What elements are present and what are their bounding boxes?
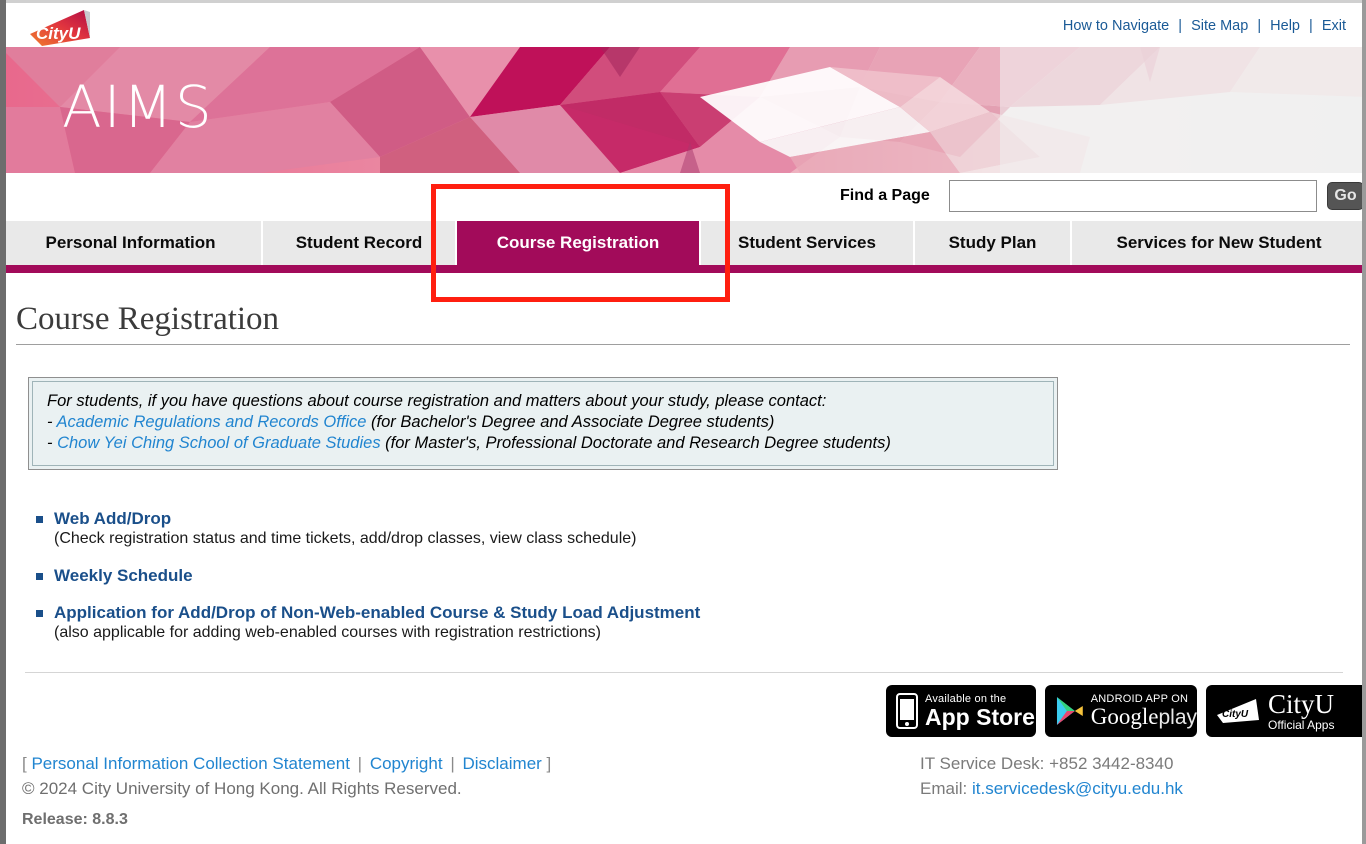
svg-text:CityU: CityU <box>1222 709 1249 720</box>
nav-tab-label: Services for New Student <box>1116 233 1322 252</box>
nav-underline-bar <box>0 265 1366 273</box>
google-play-icon <box>1056 697 1083 725</box>
contact-info-box: For students, if you have questions abou… <box>28 377 1058 470</box>
nav-tab-label: Student Record <box>295 233 423 252</box>
it-service-desk-email-row: Email: it.servicedesk@cityu.edu.hk <box>920 776 1183 801</box>
nav-tab-student-record[interactable]: Student Record <box>263 221 457 265</box>
info-line-3-suffix: (for Master's, Professional Doctorate an… <box>380 434 891 452</box>
list-item: Application for Add/Drop of Non-Web-enab… <box>36 602 1036 643</box>
bullet-square-icon <box>36 573 43 580</box>
nav-tab-label: Personal Information <box>45 233 216 252</box>
google-play-badge-big: Googleplay <box>1090 703 1197 730</box>
aims-banner: AIMS <box>0 47 1366 173</box>
info-line-1: For students, if you have questions abou… <box>47 392 827 410</box>
contact-info-box-inner: For students, if you have questions abou… <box>32 381 1054 466</box>
iphone-icon <box>896 693 918 729</box>
link-how-to-navigate[interactable]: How to Navigate <box>1063 18 1169 34</box>
bullet-square-icon <box>36 610 43 617</box>
footer-separator-2: | <box>450 754 455 773</box>
footer-divider <box>25 672 1343 673</box>
page-edge-left <box>0 0 6 844</box>
release-version: Release: 8.8.3 <box>22 811 128 828</box>
link-web-add-drop[interactable]: Web Add/Drop <box>54 508 171 529</box>
nav-tab-label: Study Plan <box>948 233 1037 252</box>
list-item: Web Add/Drop (Check registration status … <box>36 508 1036 549</box>
link-disclaimer[interactable]: Disclaimer <box>462 754 541 773</box>
footer-right: IT Service Desk: +852 3442-8340 Email: i… <box>920 751 1183 801</box>
find-a-page-input[interactable] <box>949 180 1317 212</box>
cityu-logo-icon: CityU <box>30 10 90 46</box>
link-weekly-schedule[interactable]: Weekly Schedule <box>54 565 193 586</box>
cityu-badge-big: CityU <box>1268 688 1335 719</box>
bullet-square-icon <box>36 516 43 523</box>
link-exit[interactable]: Exit <box>1322 18 1346 34</box>
footer-links-row: [ Personal Information Collection Statem… <box>22 751 551 776</box>
top-link-separator-1: | <box>1178 18 1183 34</box>
link-application-for-add-drop-non-web-enabled[interactable]: Application for Add/Drop of Non-Web-enab… <box>54 602 700 623</box>
page-content: Course Registration For students, if you… <box>0 273 1366 828</box>
info-line-3: - Chow Yei Ching School of Graduate Stud… <box>47 433 1039 454</box>
nav-tab-student-services[interactable]: Student Services <box>701 221 915 265</box>
page-title: Course Registration <box>16 301 280 337</box>
cityu-mark-icon: CityU <box>1217 699 1259 723</box>
cityu-badge-small: Official Apps <box>1268 717 1335 732</box>
copyright-text: © 2024 City University of Hong Kong. All… <box>22 779 462 798</box>
svg-text:CityU: CityU <box>36 24 81 43</box>
app-store-badge-big: App Store <box>925 704 1035 730</box>
app-badges: Available on the App Store ANDROID APP O… <box>886 685 1366 737</box>
link-site-map[interactable]: Site Map <box>1191 18 1248 34</box>
cityu-official-apps-badge[interactable]: CityU CityU Official Apps <box>1206 685 1366 737</box>
footer-close-bracket: ] <box>546 754 552 773</box>
nav-tab-services-for-new-student[interactable]: Services for New Student <box>1072 221 1366 265</box>
info-line-2: - Academic Regulations and Records Offic… <box>47 412 1039 433</box>
nav-tab-study-plan[interactable]: Study Plan <box>915 221 1072 265</box>
email-label: Email: <box>920 779 972 798</box>
link-web-add-drop-description: (Check registration status and time tick… <box>54 530 637 547</box>
list-item: Weekly Schedule <box>36 565 1036 586</box>
link-copyright[interactable]: Copyright <box>370 754 443 773</box>
main-navigation: Personal Information Student Record Cour… <box>0 221 1366 265</box>
nav-tab-course-registration[interactable]: Course Registration <box>457 221 701 265</box>
cityu-logo[interactable]: CityU <box>22 8 102 48</box>
footer-separator-1: | <box>357 754 363 773</box>
nav-tab-personal-information[interactable]: Personal Information <box>0 221 263 265</box>
go-button[interactable]: Go <box>1327 182 1364 210</box>
google-play-word: Google <box>1090 703 1159 729</box>
top-link-separator-3: | <box>1309 18 1313 34</box>
find-a-page-label: Find a Page <box>840 187 930 204</box>
it-service-desk-phone: IT Service Desk: +852 3442-8340 <box>920 754 1174 773</box>
nav-tab-label: Student Services <box>738 233 876 252</box>
link-it-servicedesk-email[interactable]: it.servicedesk@cityu.edu.hk <box>972 779 1183 798</box>
link-help[interactable]: Help <box>1270 18 1300 34</box>
link-personal-information-collection-statement[interactable]: Personal Information Collection Statemen… <box>31 754 349 773</box>
page-title-rule <box>16 344 1350 345</box>
info-line-2-suffix: (for Bachelor's Degree and Associate Deg… <box>366 413 775 431</box>
link-chow-yei-ching-school-of-graduate-studies[interactable]: Chow Yei Ching School of Graduate Studie… <box>57 434 380 452</box>
google-play-word-light: play <box>1158 705 1197 729</box>
course-registration-link-list: Web Add/Drop (Check registration status … <box>36 508 1036 643</box>
top-utility-bar: CityU How to Navigate | Site Map | Help … <box>0 0 1366 47</box>
top-links: How to Navigate | Site Map | Help | Exit <box>1063 18 1346 34</box>
google-play-badge[interactable]: ANDROID APP ON Googleplay <box>1045 685 1197 737</box>
top-link-separator-2: | <box>1257 18 1262 34</box>
link-application-description: (also applicable for adding web-enabled … <box>54 624 601 641</box>
footer-open-bracket: [ <box>22 754 27 773</box>
link-academic-regulations-and-records-office[interactable]: Academic Regulations and Records Office <box>56 413 366 431</box>
banner-title: AIMS <box>62 73 214 141</box>
page-edge-right <box>1362 0 1366 844</box>
app-store-badge[interactable]: Available on the App Store <box>886 685 1036 737</box>
nav-tab-label: Course Registration <box>496 233 660 252</box>
info-line-3-prefix: - <box>47 434 58 452</box>
footer-left: [ Personal Information Collection Statem… <box>22 751 551 801</box>
